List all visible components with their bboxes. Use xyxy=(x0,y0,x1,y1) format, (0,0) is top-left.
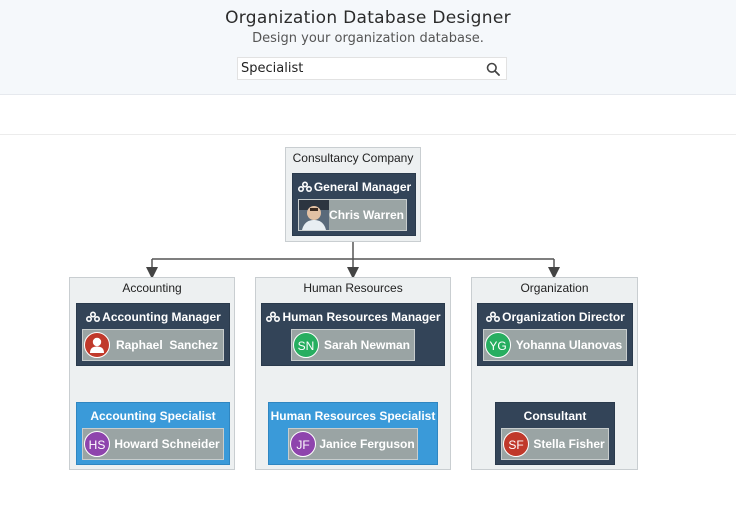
avatar: SF xyxy=(503,431,529,457)
employee-name: Stella Fisher xyxy=(533,437,605,451)
employee-name: Chris Warren xyxy=(329,208,404,222)
node-accounting-manager[interactable]: Accounting Manager Raphael Sanchez xyxy=(76,303,230,366)
group-label: Organization xyxy=(520,281,589,295)
node-title-text: Accounting Specialist xyxy=(90,409,216,423)
person-stella-fisher[interactable]: SF Stella Fisher xyxy=(501,428,609,460)
node-title-text: Organization Director xyxy=(502,310,625,324)
node-accounting-specialist[interactable]: Accounting Specialist HS Howard Schneide… xyxy=(76,402,230,465)
group-human-resources[interactable]: Human Resources Human Resources Manager … xyxy=(255,277,451,470)
person-raphael-sanchez[interactable]: Raphael Sanchez xyxy=(82,329,224,361)
person-janice-ferguson[interactable]: JF Janice Ferguson xyxy=(288,428,418,460)
group-organization[interactable]: Organization Organization Director YG Yo… xyxy=(471,277,638,470)
node-hr-specialist[interactable]: Human Resources Specialist JF Janice Fer… xyxy=(268,402,438,465)
node-title-text: Consultant xyxy=(523,409,587,423)
avatar: SN xyxy=(293,332,319,358)
group-label: Human Resources xyxy=(303,281,403,295)
avatar: HS xyxy=(84,431,110,457)
user-icon xyxy=(84,332,110,358)
node-title-text: General Manager xyxy=(313,180,412,194)
node-hr-manager[interactable]: Human Resources Manager SN Sarah Newman xyxy=(261,303,445,366)
node-general-manager[interactable]: General Manager Chris Warren xyxy=(292,173,416,236)
person-howard-schneider[interactable]: HS Howard Schneider xyxy=(82,428,224,460)
position-icon xyxy=(486,311,501,322)
employee-name: Sarah Newman xyxy=(323,338,411,352)
node-title-text: Human Resources Specialist xyxy=(270,409,436,423)
employee-name: Janice Ferguson xyxy=(319,437,415,451)
avatar: JF xyxy=(290,431,316,457)
person-chris-warren[interactable]: Chris Warren xyxy=(298,199,407,231)
position-icon xyxy=(266,311,281,322)
person-sarah-newman[interactable]: SN Sarah Newman xyxy=(291,329,415,361)
employee-name: Howard Schneider xyxy=(114,437,220,451)
node-title-text: Accounting Manager xyxy=(102,310,221,324)
employee-name: Yohanna Ulanovas xyxy=(515,338,623,352)
group-consultancy-company[interactable]: Consultancy Company General Manager Chri… xyxy=(285,147,421,242)
employee-photo xyxy=(299,200,329,230)
node-organization-director[interactable]: Organization Director YG Yohanna Ulanova… xyxy=(477,303,633,366)
position-icon xyxy=(86,311,101,322)
avatar: YG xyxy=(485,332,511,358)
employee-name: Raphael Sanchez xyxy=(115,338,219,352)
group-accounting[interactable]: Accounting Accounting Manager Raphael Sa… xyxy=(69,277,235,470)
person-yohanna-ulanovas[interactable]: YG Yohanna Ulanovas xyxy=(483,329,627,361)
group-label: Consultancy Company xyxy=(292,151,414,165)
group-label: Accounting xyxy=(122,281,182,295)
position-icon xyxy=(297,181,312,192)
node-title-text: Human Resources Manager xyxy=(282,310,441,324)
node-consultant[interactable]: Consultant SF Stella Fisher xyxy=(495,402,615,465)
